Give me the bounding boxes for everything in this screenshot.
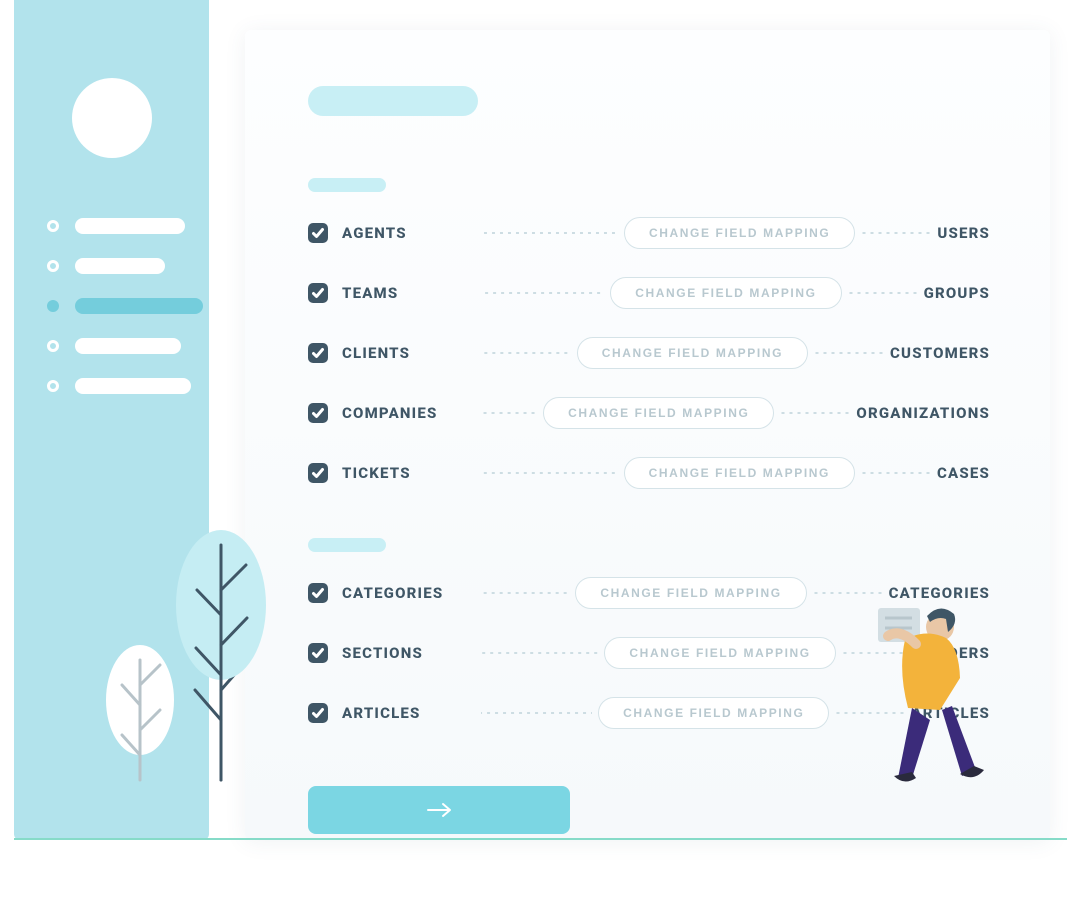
mapping-source-label: TICKETS (342, 464, 475, 482)
step-bar (75, 298, 203, 314)
connector-dots (481, 412, 537, 414)
connector-dots (481, 472, 618, 474)
change-field-mapping-button[interactable]: CHANGE FIELD MAPPING (610, 277, 841, 309)
mapping-source-label: CLIENTS (342, 344, 475, 362)
mapping-target-label: FOLDERS (918, 644, 990, 662)
change-field-mapping-button[interactable]: CHANGE FIELD MAPPING (575, 577, 806, 609)
change-field-mapping-button[interactable]: CHANGE FIELD MAPPING (624, 217, 855, 249)
checkbox-icon[interactable] (308, 343, 328, 363)
mapping-source-label: ARTICLES (342, 704, 475, 722)
step-bar (75, 258, 165, 274)
checkbox-icon[interactable] (308, 403, 328, 423)
connector-dots (835, 712, 905, 714)
connector-dots (481, 712, 592, 714)
mapping-row: TICKETS CHANGE FIELD MAPPING CASES (308, 458, 990, 488)
connector-dots (481, 592, 569, 594)
wizard-step[interactable] (47, 338, 205, 354)
mapping-target-label: CUSTOMERS (890, 344, 990, 362)
ground-line (14, 838, 1067, 840)
mapping-target-label: ORGANIZATIONS (856, 404, 990, 422)
mapping-row: TEAMS CHANGE FIELD MAPPING GROUPS (308, 278, 990, 308)
connector-dots (861, 472, 931, 474)
step-dot (47, 380, 59, 392)
mapping-source-label: CATEGORIES (342, 584, 475, 602)
wizard-step[interactable] (47, 258, 205, 274)
checkbox-icon[interactable] (308, 223, 328, 243)
step-bar (75, 218, 185, 234)
section-header (308, 538, 386, 552)
change-field-mapping-button[interactable]: CHANGE FIELD MAPPING (577, 337, 808, 369)
connector-dots (481, 232, 618, 234)
checkbox-icon[interactable] (308, 463, 328, 483)
change-field-mapping-button[interactable]: CHANGE FIELD MAPPING (543, 397, 774, 429)
mapping-target-label: CASES (937, 464, 990, 482)
mapping-target-label: ARTICLES (911, 704, 990, 722)
connector-dots (780, 412, 850, 414)
wizard-step[interactable] (47, 378, 205, 394)
continue-button[interactable] (308, 786, 570, 834)
step-dot (47, 260, 59, 272)
mapping-target-label: USERS (937, 224, 990, 242)
checkbox-icon[interactable] (308, 643, 328, 663)
change-field-mapping-button[interactable]: CHANGE FIELD MAPPING (604, 637, 835, 669)
step-bar (75, 338, 181, 354)
mapping-row: SECTIONS CHANGE FIELD MAPPING FOLDERS (308, 638, 990, 668)
mapping-row: ARTICLES CHANGE FIELD MAPPING ARTICLES (308, 698, 990, 728)
mapping-row: AGENTS CHANGE FIELD MAPPING USERS (308, 218, 990, 248)
section-header (308, 178, 386, 192)
mapping-row: COMPANIES CHANGE FIELD MAPPING ORGANIZAT… (308, 398, 990, 428)
connector-dots (481, 352, 571, 354)
checkbox-icon[interactable] (308, 583, 328, 603)
page-title (308, 86, 478, 116)
checkbox-icon[interactable] (308, 703, 328, 723)
wizard-steps (47, 218, 205, 418)
mapping-source-label: AGENTS (342, 224, 475, 242)
connector-dots (813, 592, 883, 594)
wizard-step-active[interactable] (47, 298, 205, 314)
change-field-mapping-button[interactable]: CHANGE FIELD MAPPING (598, 697, 829, 729)
mapping-target-label: CATEGORIES (889, 584, 990, 602)
mapping-target-label: GROUPS (924, 284, 990, 302)
mapping-source-label: COMPANIES (342, 404, 475, 422)
change-field-mapping-button[interactable]: CHANGE FIELD MAPPING (624, 457, 855, 489)
connector-dots (842, 652, 912, 654)
mapping-source-label: SECTIONS (342, 644, 475, 662)
mapping-group-2: CATEGORIES CHANGE FIELD MAPPING CATEGORI… (308, 578, 990, 728)
mapping-card: AGENTS CHANGE FIELD MAPPING USERS TEAMS … (245, 30, 1050, 840)
connector-dots (481, 652, 598, 654)
wizard-sidebar (14, 0, 209, 840)
connector-dots (481, 292, 604, 294)
avatar (72, 78, 152, 158)
mapping-source-label: TEAMS (342, 284, 475, 302)
wizard-step[interactable] (47, 218, 205, 234)
mapping-group-1: AGENTS CHANGE FIELD MAPPING USERS TEAMS … (308, 218, 990, 488)
mapping-row: CATEGORIES CHANGE FIELD MAPPING CATEGORI… (308, 578, 990, 608)
arrow-right-icon (426, 802, 452, 818)
connector-dots (814, 352, 884, 354)
step-dot (47, 220, 59, 232)
checkbox-icon[interactable] (308, 283, 328, 303)
step-bar (75, 378, 191, 394)
connector-dots (861, 232, 931, 234)
connector-dots (848, 292, 918, 294)
step-dot (47, 300, 59, 312)
step-dot (47, 340, 59, 352)
mapping-row: CLIENTS CHANGE FIELD MAPPING CUSTOMERS (308, 338, 990, 368)
